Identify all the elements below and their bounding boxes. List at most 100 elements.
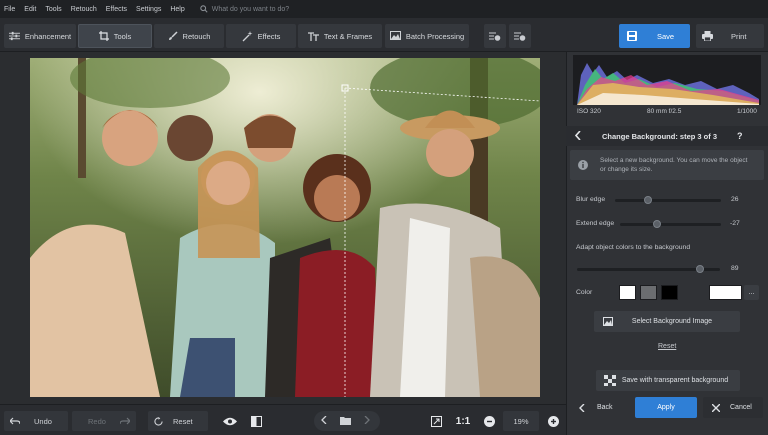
menu-edit[interactable]: Edit bbox=[24, 6, 36, 13]
fit-to-screen-button[interactable] bbox=[428, 411, 444, 431]
sliders-icon bbox=[8, 31, 20, 41]
histogram-graph bbox=[577, 63, 759, 105]
zoom-level-field[interactable]: 19% bbox=[503, 411, 539, 431]
image-navigator bbox=[314, 411, 380, 431]
tab-text-frames[interactable]: Text & Frames bbox=[298, 24, 382, 48]
back-label: Back bbox=[597, 404, 613, 411]
zoom-out-icon bbox=[483, 415, 495, 427]
undo-button[interactable]: Undo bbox=[4, 411, 68, 431]
redo-label: Redo bbox=[88, 416, 106, 426]
help-icon[interactable]: ? bbox=[737, 131, 743, 141]
zoom-in-icon bbox=[547, 415, 559, 427]
swatch-gray[interactable] bbox=[640, 285, 657, 300]
search-box[interactable]: What do you want to do? bbox=[200, 5, 289, 13]
blur-edge-label: Blur edge bbox=[576, 196, 606, 203]
list-settings-icon bbox=[514, 32, 526, 41]
custom-color-swatch[interactable] bbox=[709, 285, 742, 300]
info-text: Select a new background. You can move th… bbox=[600, 157, 748, 173]
text-icon bbox=[307, 31, 319, 41]
panel-reset-link[interactable]: Reset bbox=[658, 343, 676, 350]
chevron-left-icon bbox=[574, 129, 581, 141]
tab-tools[interactable]: Tools bbox=[78, 24, 152, 48]
menu-settings[interactable]: Settings bbox=[136, 6, 161, 13]
tab-label: Effects bbox=[257, 31, 281, 41]
adapt-colors-handle[interactable] bbox=[696, 265, 704, 273]
save-button[interactable]: Save bbox=[619, 24, 690, 48]
extend-edge-value: -27 bbox=[730, 220, 740, 227]
search-placeholder: What do you want to do? bbox=[211, 5, 290, 13]
reset-label: Reset bbox=[173, 416, 193, 426]
swatch-black[interactable] bbox=[661, 285, 678, 300]
eye-icon bbox=[223, 417, 237, 425]
brush-icon bbox=[168, 31, 178, 40]
tab-enhancement[interactable]: Enhancement bbox=[4, 24, 76, 48]
zoom-in-button[interactable] bbox=[545, 411, 561, 431]
panel-header: Change Background: step 3 of 3 ? bbox=[566, 126, 768, 146]
bottom-toolbar: Undo Redo Reset 1:1 19% bbox=[0, 404, 566, 435]
open-folder-button[interactable] bbox=[340, 416, 351, 427]
reset-icon bbox=[154, 416, 163, 426]
next-image-button[interactable] bbox=[364, 415, 370, 426]
menu-tools[interactable]: Tools bbox=[45, 6, 61, 13]
blur-edge-handle[interactable] bbox=[644, 196, 652, 204]
print-label: Print bbox=[731, 31, 747, 41]
crop-icon bbox=[98, 31, 109, 41]
compare-before-button[interactable] bbox=[484, 24, 506, 48]
main-toolbar: Enhancement Tools Retouch Effects Text &… bbox=[0, 18, 768, 52]
preview-button[interactable] bbox=[220, 411, 240, 431]
chevron-left-icon bbox=[321, 415, 327, 425]
tab-label: Retouch bbox=[182, 31, 211, 41]
redo-button[interactable]: Redo bbox=[72, 411, 136, 431]
list-settings-icon bbox=[489, 32, 501, 41]
apply-button[interactable]: Apply bbox=[635, 397, 697, 418]
menu-effects[interactable]: Effects bbox=[106, 6, 127, 13]
info-message: Select a new background. You can move th… bbox=[570, 150, 764, 180]
more-colors-button[interactable]: ... bbox=[744, 285, 759, 300]
extend-edge-handle[interactable] bbox=[653, 220, 661, 228]
split-view-icon bbox=[250, 415, 262, 427]
histogram-info: ISO 320 80 mm f/2.5 1/1000 bbox=[575, 108, 763, 118]
reset-button[interactable]: Reset bbox=[148, 411, 208, 431]
compare-button[interactable] bbox=[246, 411, 266, 431]
batch-icon bbox=[389, 31, 401, 40]
color-label: Color bbox=[576, 289, 593, 296]
extend-edge-slider[interactable] bbox=[620, 223, 721, 226]
checkerboard-icon bbox=[604, 375, 616, 386]
print-button[interactable]: Print bbox=[696, 24, 764, 48]
iso-value: ISO 320 bbox=[577, 108, 601, 115]
swatch-white[interactable] bbox=[619, 285, 636, 300]
blur-edge-value: 26 bbox=[731, 196, 739, 203]
tab-label: Tools bbox=[113, 31, 132, 41]
back-button[interactable]: Back bbox=[569, 397, 627, 418]
tab-effects[interactable]: Effects bbox=[226, 24, 296, 48]
actual-size-button[interactable]: 1:1 bbox=[452, 411, 474, 431]
panel-title: Change Background: step 3 of 3 bbox=[602, 131, 718, 141]
tab-batch-processing[interactable]: Batch Processing bbox=[385, 24, 469, 48]
adapt-colors-value: 89 bbox=[731, 265, 739, 272]
select-background-button[interactable]: Select Background Image bbox=[594, 311, 740, 332]
tab-label: Text & Frames bbox=[323, 31, 373, 41]
history-button[interactable] bbox=[509, 24, 531, 48]
tab-retouch[interactable]: Retouch bbox=[154, 24, 224, 48]
photo-canvas[interactable] bbox=[30, 58, 540, 397]
printer-icon bbox=[702, 31, 713, 41]
save-transparent-button[interactable]: Save with transparent background bbox=[596, 370, 740, 391]
magic-wand-icon bbox=[242, 30, 253, 41]
blur-edge-slider[interactable] bbox=[615, 199, 721, 202]
tab-label: Enhancement bbox=[24, 31, 72, 41]
zoom-out-button[interactable] bbox=[481, 411, 497, 431]
menu-help[interactable]: Help bbox=[170, 6, 184, 13]
cancel-label: Cancel bbox=[730, 404, 752, 411]
menu-file[interactable]: File bbox=[4, 6, 15, 13]
tab-label: Batch Processing bbox=[405, 31, 465, 41]
close-icon bbox=[712, 403, 720, 412]
panel-back-button[interactable] bbox=[574, 129, 581, 142]
chevron-left-icon bbox=[579, 403, 585, 412]
select-background-label: Select Background Image bbox=[631, 318, 713, 325]
previous-image-button[interactable] bbox=[321, 415, 327, 426]
cancel-button[interactable]: Cancel bbox=[703, 397, 763, 418]
folder-icon bbox=[340, 416, 351, 425]
undo-icon bbox=[10, 417, 20, 425]
save-transparent-label: Save with transparent background bbox=[621, 377, 729, 384]
menu-retouch[interactable]: Retouch bbox=[71, 6, 97, 13]
